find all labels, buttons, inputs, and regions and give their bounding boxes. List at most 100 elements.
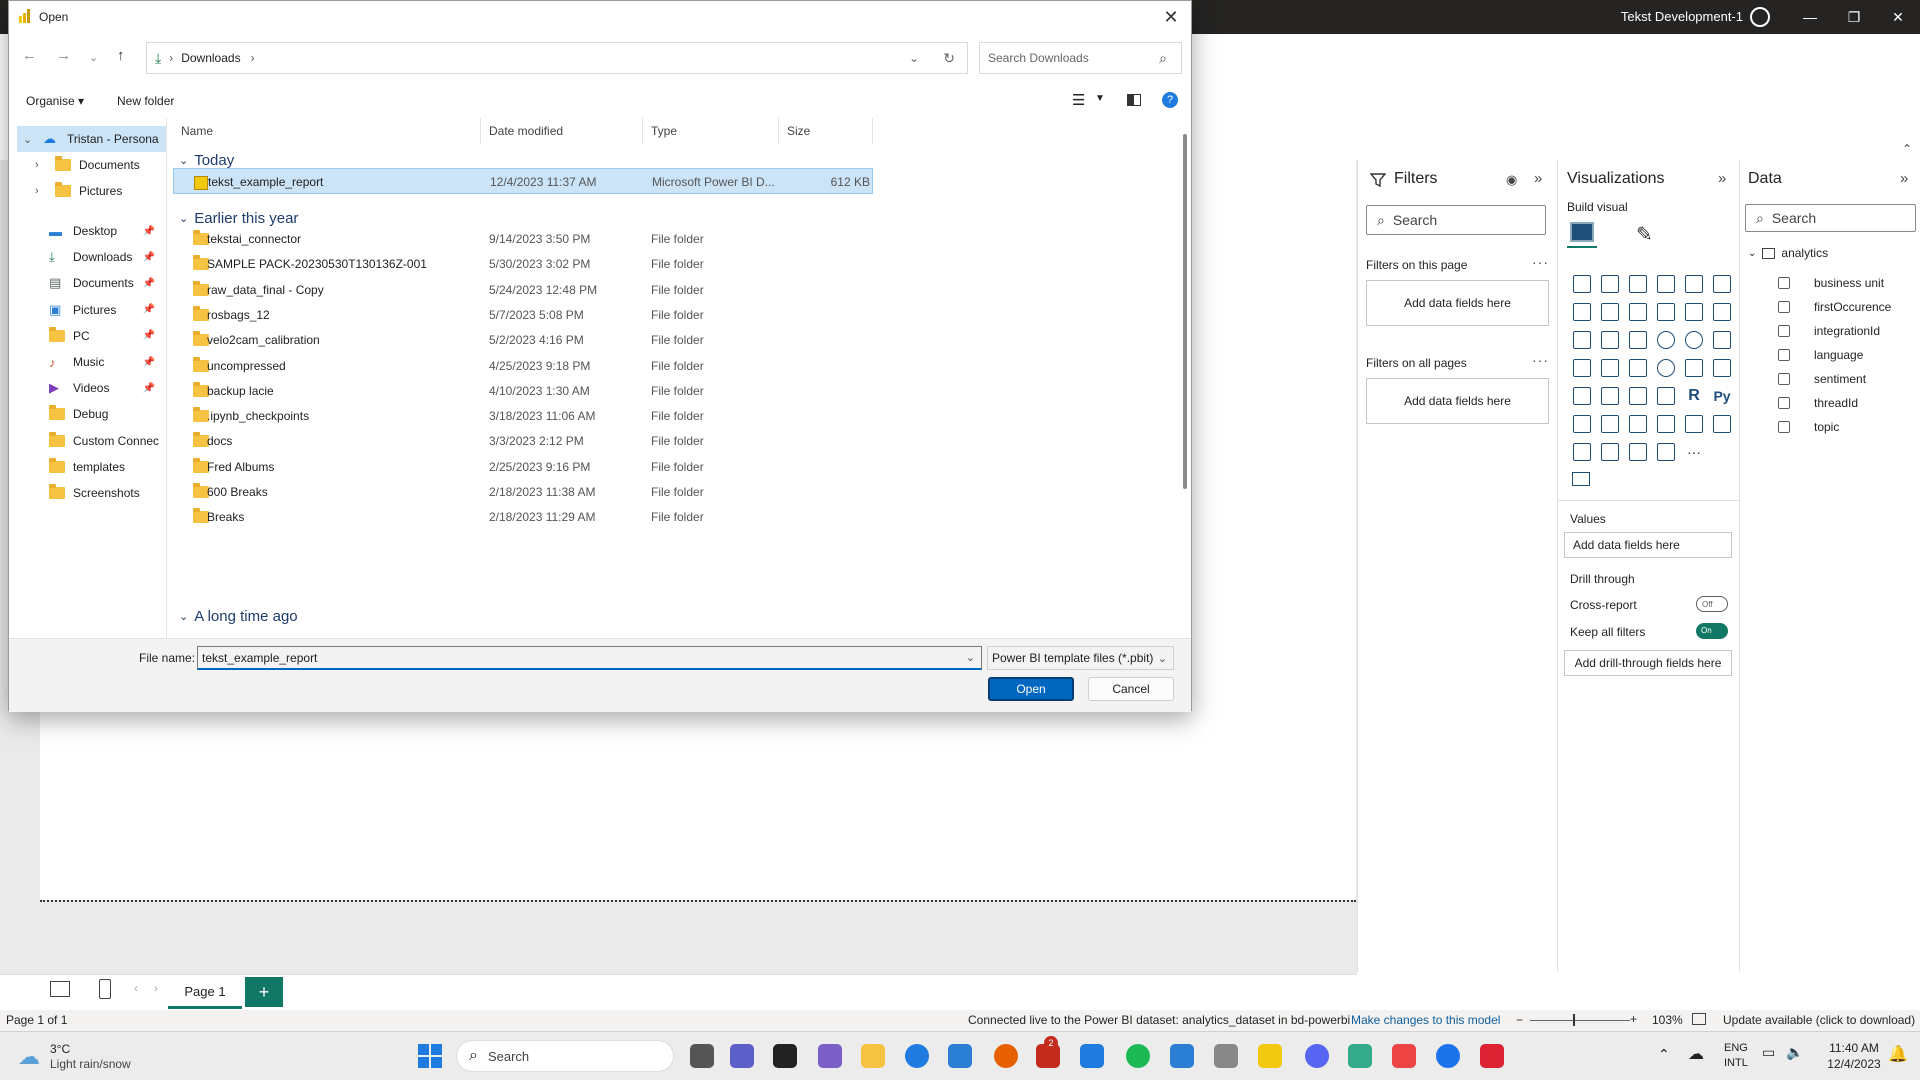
breadcrumb-downloads[interactable]: Downloads	[181, 51, 240, 65]
format-visual-icon[interactable]: ✎	[1636, 222, 1653, 247]
visual-line-column-icon[interactable]	[1652, 298, 1680, 326]
add-page-button[interactable]: +	[245, 977, 283, 1007]
visual-power-automate-icon[interactable]	[1596, 438, 1624, 466]
more-visuals-icon[interactable]	[1572, 472, 1590, 486]
nav-item[interactable]: › Documents	[17, 152, 166, 178]
visual-scatter-icon[interactable]	[1624, 326, 1652, 354]
nav-item[interactable]: Custom Connec	[17, 428, 166, 454]
page-tab[interactable]: Page 1	[168, 975, 242, 1009]
file-list-scrollbar[interactable]	[1183, 134, 1187, 489]
column-type[interactable]: Type	[643, 118, 779, 144]
pin-icon[interactable]: 📌	[143, 226, 155, 237]
visual-pie-icon[interactable]	[1652, 326, 1680, 354]
start-icon[interactable]	[418, 1044, 442, 1068]
collapse-visualizations-icon[interactable]: »	[1718, 170, 1726, 187]
make-changes-link[interactable]: Make changes to this model	[1351, 1013, 1500, 1027]
chrome-icon[interactable]	[1436, 1044, 1460, 1068]
field-checkbox[interactable]	[1778, 277, 1790, 289]
address-bar[interactable]: ⤓ › Downloads › ⌄ ↻	[146, 42, 968, 74]
visual-stacked-column-icon[interactable]	[1596, 270, 1624, 298]
chevron-right-icon[interactable]: ›	[35, 159, 49, 171]
nav-item[interactable]: Screenshots	[17, 480, 166, 506]
volume-icon[interactable]: 🔈	[1786, 1044, 1803, 1061]
teams-classic-icon[interactable]	[818, 1044, 842, 1068]
powerbi-taskbar-icon[interactable]	[1258, 1044, 1282, 1068]
avatar[interactable]	[1750, 7, 1770, 27]
group-long-ago[interactable]: ⌄ A long time ago	[179, 608, 298, 625]
data-field[interactable]: threadId	[1778, 396, 1858, 410]
minimize-icon[interactable]: —	[1788, 0, 1832, 34]
field-checkbox[interactable]	[1778, 349, 1790, 361]
close-app-icon[interactable]: ✕	[1876, 0, 1920, 34]
vscode-icon[interactable]	[1080, 1044, 1104, 1068]
visual-sparkle-icon[interactable]	[1652, 438, 1680, 466]
eye-icon[interactable]: ◉	[1506, 172, 1517, 188]
filters-page-well[interactable]: Add data fields here	[1366, 280, 1549, 326]
new-folder-button[interactable]: New folder	[117, 94, 174, 108]
nav-item[interactable]: PC 📌	[17, 323, 166, 349]
visual-clustered-bar-icon[interactable]	[1624, 270, 1652, 298]
data-search[interactable]: ⌕ Search	[1745, 204, 1916, 232]
field-checkbox[interactable]	[1778, 301, 1790, 313]
file-row[interactable]: SAMPLE PACK-20230530T130136Z-001 5/30/202…	[173, 251, 873, 277]
table-analytics[interactable]: ⌄ analytics	[1748, 246, 1828, 260]
drill-through-well[interactable]: Add drill-through fields here	[1564, 650, 1732, 676]
fit-page-icon[interactable]	[1692, 1013, 1706, 1025]
pin-icon[interactable]: 📌	[143, 383, 155, 394]
visual-line-icon[interactable]	[1568, 298, 1596, 326]
refresh-icon[interactable]: ↻	[943, 50, 955, 67]
back-icon[interactable]: ←	[22, 47, 37, 64]
restore-icon[interactable]: ❐	[1832, 0, 1876, 34]
language-2[interactable]: INTL	[1724, 1057, 1748, 1069]
visual-narrative-icon[interactable]	[1652, 410, 1680, 438]
data-field[interactable]: integrationId	[1778, 324, 1880, 338]
file-row[interactable]: uncompressed 4/25/2023 9:18 PM File folder	[173, 353, 873, 379]
desktop-layout-icon[interactable]	[50, 981, 70, 997]
visual-clustered-column-icon[interactable]	[1652, 270, 1680, 298]
next-page-icon[interactable]: ›	[154, 981, 158, 995]
visual-metrics-icon[interactable]	[1680, 410, 1708, 438]
visual-paginated-icon[interactable]	[1708, 410, 1736, 438]
zoom-out-icon[interactable]: −	[1516, 1013, 1523, 1027]
visual-gauge-icon[interactable]	[1652, 354, 1680, 382]
up-icon[interactable]: ↑	[117, 47, 125, 64]
nav-item[interactable]: › Pictures	[17, 178, 166, 204]
discord-icon[interactable]	[1305, 1044, 1329, 1068]
nav-item[interactable]: ⤓ Downloads 📌	[17, 244, 166, 270]
filters-search[interactable]: ⌕ Search	[1366, 205, 1546, 235]
nav-item[interactable]: Debug	[17, 401, 166, 427]
notifications-icon[interactable]: 🔔	[1888, 1044, 1908, 1064]
collapse-filters-icon[interactable]: »	[1534, 170, 1542, 187]
teams-icon[interactable]	[730, 1044, 754, 1068]
file-row[interactable]: tekst_example_report 12/4/2023 11:37 AM Mi…	[173, 168, 873, 194]
visual-stacked-area-icon[interactable]	[1624, 298, 1652, 326]
python-icon[interactable]	[1392, 1044, 1416, 1068]
address-dropdown-icon[interactable]: ⌄	[909, 51, 919, 65]
visual-matrix-icon[interactable]	[1652, 382, 1680, 410]
clock-date[interactable]: 12/4/2023	[1826, 1057, 1882, 1071]
help-icon[interactable]: ?	[1162, 92, 1178, 108]
spotify-icon[interactable]	[1126, 1044, 1150, 1068]
nav-item[interactable]: ▶ Videos 📌	[17, 375, 166, 401]
collapse-data-icon[interactable]: »	[1900, 170, 1908, 187]
mobile-layout-icon[interactable]	[99, 979, 111, 999]
dialog-search-input[interactable]: Search Downloads ⌕	[979, 42, 1182, 74]
visual-more-icon[interactable]: ···	[1680, 438, 1708, 466]
user-name[interactable]: Tekst Development-1	[1621, 0, 1743, 34]
cancel-button[interactable]: Cancel	[1088, 677, 1174, 701]
weather-desc[interactable]: Light rain/snow	[50, 1057, 131, 1071]
pin-icon[interactable]: 📌	[143, 304, 155, 315]
column-size[interactable]: Size	[779, 118, 873, 144]
visual-python-visual-icon[interactable]: Py	[1708, 382, 1736, 410]
visual-r-visual-icon[interactable]: R	[1680, 382, 1708, 410]
ribbon-collapse-icon[interactable]: ⌃	[1902, 142, 1912, 156]
data-field[interactable]: firstOccurence	[1778, 300, 1891, 314]
organise-menu[interactable]: Organise ▾	[26, 94, 84, 108]
visual-map-icon[interactable]	[1568, 354, 1596, 382]
field-checkbox[interactable]	[1778, 325, 1790, 337]
onedrive-icon[interactable]: ☁	[1688, 1044, 1704, 1064]
edge-icon[interactable]	[905, 1044, 929, 1068]
nav-item[interactable]: templates	[17, 454, 166, 480]
visual-donut-icon[interactable]	[1680, 326, 1708, 354]
visual-power-apps-icon[interactable]	[1568, 438, 1596, 466]
